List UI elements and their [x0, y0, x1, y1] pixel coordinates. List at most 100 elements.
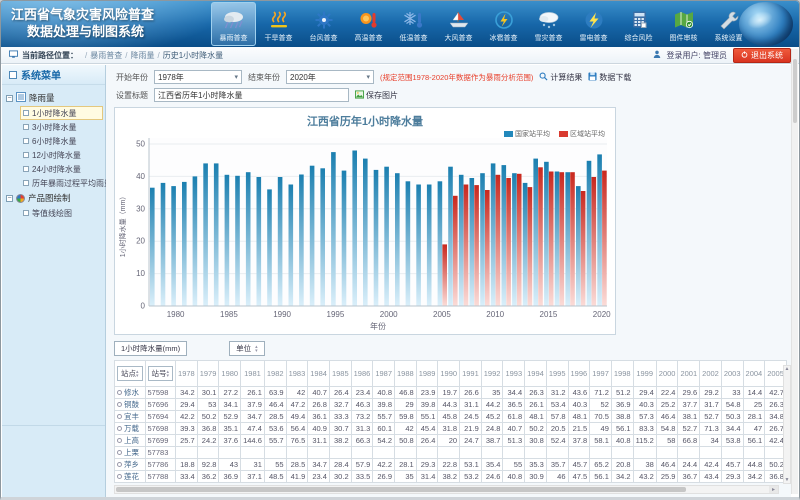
- toolbar-item-cold[interactable]: 低温普查: [391, 2, 436, 46]
- end-year-select[interactable]: 2020年▾: [286, 70, 374, 84]
- table-row[interactable]: 宜丰5769442.250.252.934.728.549.436.133.37…: [115, 411, 788, 423]
- station-name: 上高: [124, 435, 139, 446]
- toolbar-item-rainstorm[interactable]: 暴雨普查: [211, 2, 256, 46]
- toolbar-item-wind[interactable]: 大风普查: [436, 2, 481, 46]
- palette-icon: [16, 194, 25, 203]
- sidebar-item-1-0[interactable]: 等值线绘图: [20, 206, 103, 220]
- table-row[interactable]: 宜春5779323.939.578.580.521.446.852.847.85…: [115, 483, 788, 484]
- hscroll-thumb[interactable]: [116, 487, 686, 492]
- svg-text:1985: 1985: [220, 310, 238, 319]
- breadcrumb-item[interactable]: 历史1小时降水量: [163, 51, 223, 60]
- radio-icon[interactable]: [117, 450, 122, 455]
- toolbar: 暴雨普查干旱普查台风普查高温普查低温普查大风普查冰雹普查雪灾普查雷电普查综合风险…: [211, 2, 751, 46]
- value-cell: 38: [633, 459, 656, 471]
- breadcrumb-item[interactable]: 降雨量: [130, 51, 154, 60]
- value-cell: 23.9: [416, 387, 438, 399]
- station-name: 萍乡: [124, 459, 139, 470]
- radio-icon[interactable]: [117, 390, 122, 395]
- table-row[interactable]: 铜鼓5769629.45334.137.946.447.226.832.746.…: [115, 399, 788, 411]
- sidebar-item-0-1[interactable]: 3小时降水量: [20, 120, 103, 134]
- breadcrumb-label: 当前路径位置：: [22, 50, 78, 61]
- table-row[interactable]: 上栗57783: [115, 447, 788, 459]
- value-cell: 71.3: [700, 423, 722, 435]
- radio-icon[interactable]: [117, 462, 122, 467]
- value-cell: 78.3: [525, 483, 547, 484]
- radio-icon[interactable]: [117, 426, 122, 431]
- value-cell: 24.2: [197, 435, 219, 447]
- table-row[interactable]: 上高5769925.724.237.6144.655.776.531.138.2…: [115, 435, 788, 447]
- table-row[interactable]: 莲花5778833.436.236.937.148.541.923.430.23…: [115, 471, 788, 483]
- station-cell: 修水: [115, 387, 146, 399]
- sidebar-group-1[interactable]: −产品图绘制: [6, 190, 103, 206]
- value-cell: 45.7: [721, 459, 743, 471]
- value-cell: 42.2: [176, 411, 198, 423]
- chevron-down-icon: ▾: [234, 73, 238, 81]
- table-row[interactable]: 萍乡5778618.892.843315528.534.728.457.942.…: [115, 459, 788, 471]
- table-row[interactable]: 修水5759834.230.127.226.163.94240.726.423.…: [115, 387, 788, 399]
- station-name: 莲花: [124, 471, 139, 482]
- toolbar-item-heat[interactable]: 高温普查: [346, 2, 391, 46]
- toolbar-item-risk[interactable]: 综合风险: [616, 2, 661, 46]
- sidebar-item-0-3[interactable]: 12小时降水量: [20, 148, 103, 162]
- value-cell: 38.2: [438, 471, 460, 483]
- toolbar-item-map-review[interactable]: 图件审核: [661, 2, 706, 46]
- vscroll-thumb[interactable]: [793, 59, 797, 123]
- query-form-row: 开始年份 1978年▾ 结束年份 2020年▾ (规定范围1978-2020年数…: [116, 70, 631, 84]
- toolbar-item-lightning[interactable]: 雷电普查: [571, 2, 616, 46]
- save-image-button[interactable]: 保存图片: [355, 90, 398, 101]
- sidebar-group-0[interactable]: −降雨量: [6, 90, 103, 106]
- sidebar-item-0-4[interactable]: 24小时降水量: [20, 162, 103, 176]
- radio-icon[interactable]: [117, 474, 122, 479]
- chart-title-input[interactable]: 江西省历年1小时降水量: [154, 88, 349, 102]
- table-vertical-scrollbar[interactable]: ▲▼: [783, 365, 791, 484]
- value-cell: 25.9: [656, 471, 678, 483]
- map-icon: [672, 8, 696, 32]
- toolbar-item-label: 综合风险: [625, 33, 653, 43]
- svg-text:1990: 1990: [273, 310, 291, 319]
- radio-icon[interactable]: [117, 414, 122, 419]
- toolbar-item-drought[interactable]: 干旱普查: [256, 2, 301, 46]
- sidebar-item-0-2[interactable]: 6小时降水量: [20, 134, 103, 148]
- page-vertical-scrollbar[interactable]: [791, 49, 798, 494]
- start-year-select[interactable]: 1978年▾: [154, 70, 242, 84]
- unit-dropdown[interactable]: 单位 ▴▾: [229, 341, 265, 356]
- radio-icon[interactable]: [117, 402, 122, 407]
- value-cell: 31: [241, 459, 265, 471]
- sidebar-item-0-0[interactable]: 1小时降水量: [20, 106, 103, 120]
- column-header-year: 1980: [219, 361, 241, 387]
- globe-graphic: [739, 2, 793, 46]
- toolbar-item-snow[interactable]: 雪灾普查: [526, 2, 571, 46]
- collapse-icon[interactable]: −: [6, 95, 13, 102]
- svg-text:40: 40: [136, 172, 145, 181]
- value-cell: 40.9: [308, 423, 330, 435]
- calc-result-button[interactable]: 计算结果: [539, 72, 582, 83]
- column-header-year: 1999: [633, 361, 656, 387]
- value-cell: 29.4: [176, 399, 198, 411]
- station-filter[interactable]: 站点▴▾: [117, 366, 143, 381]
- value-cell: 78.5: [219, 483, 241, 484]
- table-row[interactable]: 万载5769839.336.835.147.453.656.440.930.73…: [115, 423, 788, 435]
- data-download-button[interactable]: 数据下载: [588, 72, 631, 83]
- logout-button[interactable]: 退出系统: [733, 48, 791, 63]
- station-cell-content: 上高: [117, 435, 143, 446]
- station-name: 宜丰: [124, 411, 139, 422]
- user-area: 登录用户: 管理员 退出系统: [653, 48, 791, 63]
- toolbar-item-typhoon[interactable]: 台风普查: [301, 2, 346, 46]
- unit-button[interactable]: 1小时降水量(mm): [114, 341, 187, 356]
- value-cell: 38.7: [481, 435, 503, 447]
- value-cell: 34: [700, 435, 722, 447]
- breadcrumb-item[interactable]: 暴雨普查: [90, 51, 122, 60]
- toolbar-item-hail[interactable]: 冰雹普查: [481, 2, 526, 46]
- svg-text:1980: 1980: [167, 310, 185, 319]
- heat-waves-icon: [267, 8, 291, 32]
- value-cell: 42.2: [373, 459, 395, 471]
- table-horizontal-scrollbar[interactable]: ▸: [114, 485, 779, 494]
- value-cell: 36.8: [197, 423, 219, 435]
- id-filter[interactable]: 站号▴▾: [148, 366, 174, 381]
- collapse-icon[interactable]: −: [6, 195, 13, 202]
- value-cell: 35.4: [481, 459, 503, 471]
- chart-panel: 江西省历年1小时降水量 国家站平均 区域站平均 0102030405019801…: [114, 107, 616, 335]
- radio-icon[interactable]: [117, 438, 122, 443]
- sidebar-item-0-5[interactable]: 历年暴雨过程平均雨量: [20, 176, 103, 190]
- column-header-year: 1993: [503, 361, 525, 387]
